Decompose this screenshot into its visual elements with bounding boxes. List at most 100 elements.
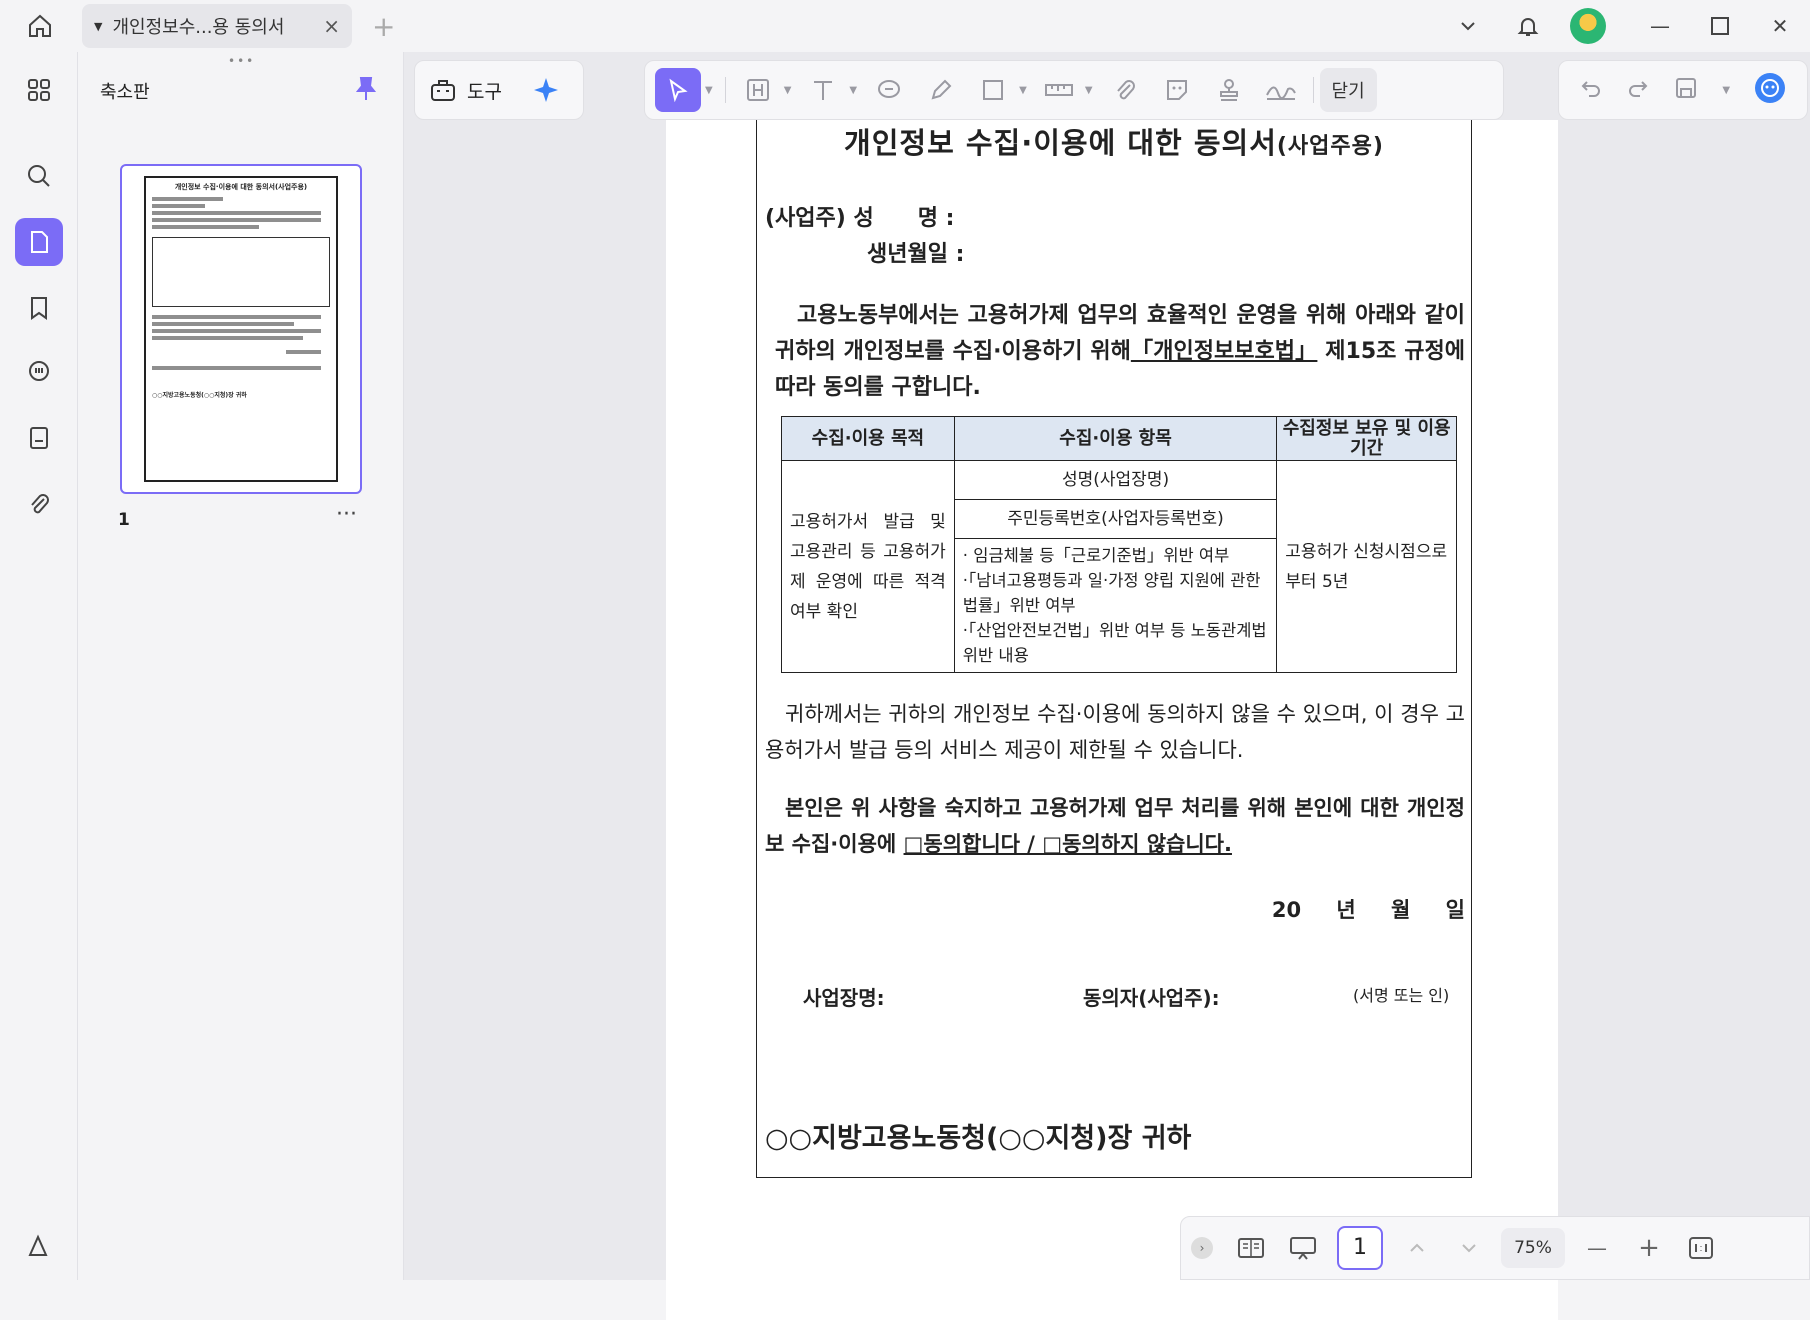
- left-rail: [0, 52, 78, 1280]
- sticker-tool-button[interactable]: [1155, 68, 1199, 112]
- minimize-button[interactable]: —: [1630, 0, 1690, 52]
- page-navigation-bar: › 1 75% — +: [1180, 1216, 1810, 1280]
- home-icon: [29, 14, 51, 37]
- title-bar: ▼ 개인정보수...용 동의서 × + — ✕: [0, 0, 1810, 52]
- chevron-down-icon[interactable]: ▼: [705, 85, 713, 96]
- redo-icon[interactable]: [1626, 76, 1650, 104]
- consenter-label: 동의자(사업주):: [1083, 986, 1220, 1010]
- signature-tool-button[interactable]: [1259, 68, 1303, 112]
- thumbnail-title: 개인정보 수집·이용에 대한 동의서(사업주용): [174, 183, 308, 191]
- table-header: 수집정보 보유 및 이용기간: [1276, 416, 1457, 461]
- consent-table: 수집·이용 목적 수집·이용 항목 수집정보 보유 및 이용기간 고용허가서 발…: [781, 416, 1457, 673]
- zoom-in-icon[interactable]: +: [1623, 1226, 1675, 1270]
- tab-close-icon[interactable]: ×: [323, 14, 340, 38]
- tab-title: 개인정보수...용 동의서: [112, 17, 285, 38]
- next-page-icon[interactable]: [1443, 1226, 1495, 1270]
- history-toolbar: ▼: [1558, 60, 1808, 120]
- law-name: 「개인정보보호법」: [1130, 339, 1318, 364]
- field-name-label: (사업주) 성 명 :: [765, 206, 955, 231]
- ruler-icon: [1044, 84, 1073, 96]
- bell-icon[interactable]: [1498, 0, 1558, 52]
- heading-tool-button[interactable]: [736, 68, 780, 112]
- document-workarea: 도구 ▼ ▼ ▼ ▼ ▼ 닫기 ▼ 개인정보 수집·이용에 대한 동의서(사업주…: [404, 52, 1810, 1320]
- company-name-label: 사업장명:: [803, 986, 885, 1010]
- more-options-icon[interactable]: ···: [336, 502, 357, 527]
- reading-mode-icon[interactable]: [1225, 1226, 1277, 1270]
- field-birth-label: 생년월일 :: [867, 242, 965, 267]
- search-icon[interactable]: [15, 152, 63, 200]
- presentation-icon[interactable]: [1277, 1226, 1329, 1270]
- list-item: ·「남녀고용평등과 일·가정 양립 지원에 관한 법률」위반 여부: [962, 571, 1261, 615]
- speech-bubble-icon: [878, 80, 901, 98]
- stamp-tool-button[interactable]: [1207, 68, 1251, 112]
- title-main: 개인정보 수집·이용에 대한 동의서: [844, 126, 1277, 160]
- title-suffix: (사업주용): [1276, 134, 1384, 159]
- theme-icon[interactable]: [15, 1222, 63, 1270]
- comment-icon[interactable]: [15, 348, 63, 396]
- thumbnails-icon[interactable]: [15, 218, 63, 266]
- chevron-down-icon[interactable]: [1438, 0, 1498, 52]
- list-item: ·「산업안전보건법」위반 여부 등 노동관계법 위반 내용: [962, 621, 1267, 665]
- toolbox-icon: [431, 80, 455, 101]
- signature-icon: [1265, 86, 1296, 100]
- document-tab[interactable]: ▼ 개인정보수...용 동의서 ×: [82, 4, 352, 48]
- measure-tool-button[interactable]: [1037, 68, 1081, 112]
- list-item: · 임금체불 등「근로기준법」위반 여부: [962, 546, 1230, 565]
- ai-assistant-icon[interactable]: [1753, 71, 1787, 109]
- prev-page-icon[interactable]: [1391, 1226, 1443, 1270]
- signature-note: (서명 또는 인): [1353, 986, 1450, 1005]
- text-tool-button[interactable]: [801, 68, 845, 112]
- close-toolbar-button[interactable]: 닫기: [1319, 68, 1377, 112]
- pen-icon: [931, 79, 952, 100]
- new-tab-button[interactable]: +: [372, 10, 395, 43]
- tab-dropdown-icon[interactable]: ▼: [94, 20, 102, 33]
- collapse-bar-icon[interactable]: ›: [1191, 1237, 1213, 1259]
- grid-icon[interactable]: [15, 66, 63, 114]
- chevron-down-icon[interactable]: ▼: [1085, 85, 1093, 96]
- zoom-out-icon[interactable]: —: [1571, 1226, 1623, 1270]
- table-header: 수집·이용 목적: [781, 416, 955, 461]
- period-cell: 고용허가 신청시점으로부터 5년: [1276, 460, 1457, 673]
- close-window-button[interactable]: ✕: [1750, 0, 1810, 52]
- thumbnail-footer: ○○지방고용노동청(○○지청)장 귀하: [152, 392, 247, 399]
- cursor-icon: [669, 78, 688, 102]
- shape-tool-button[interactable]: [971, 68, 1015, 112]
- thumbnail-page-number: 1: [118, 510, 130, 530]
- chevron-down-icon[interactable]: ▼: [1019, 85, 1027, 96]
- item-list-cell: · 임금체불 등「근로기준법」위반 여부 ·「남녀고용평등과 일·가정 양립 지…: [953, 538, 1278, 673]
- signature-line: 사업장명: 동의자(사업주): (서명 또는 인): [803, 982, 1469, 1011]
- avatar[interactable]: [1558, 0, 1618, 52]
- tools-button[interactable]: 도구: [414, 60, 584, 120]
- maximize-button[interactable]: [1690, 0, 1750, 52]
- comment-tool-button[interactable]: [867, 68, 911, 112]
- consent-choice[interactable]: □동의합니다 / □동의하지 않습니다.: [904, 832, 1232, 856]
- intro-paragraph: 고용노동부에서는 고용허가제 업무의 효율적인 운영을 위해 아래와 같이 귀하…: [775, 298, 1465, 406]
- actual-size-icon[interactable]: [1675, 1226, 1727, 1270]
- page-thumbnail[interactable]: 개인정보 수집·이용에 대한 동의서(사업주용) ○○지방고용노동청(○○지청)…: [120, 164, 362, 494]
- bookmark-icon[interactable]: [15, 284, 63, 332]
- pin-icon[interactable]: [355, 76, 377, 106]
- heading-icon: [746, 79, 769, 101]
- addressee: ○○지방고용노동청(○○지청)장 귀하: [765, 1123, 1192, 1154]
- annotation-toolbar: ▼ ▼ ▼ ▼ ▼ 닫기: [644, 60, 1504, 120]
- thumbnail-preview: 개인정보 수집·이용에 대한 동의서(사업주용) ○○지방고용노동청(○○지청)…: [144, 176, 338, 482]
- page-number-input[interactable]: 1: [1337, 1226, 1383, 1270]
- zoom-level[interactable]: 75%: [1501, 1228, 1565, 1268]
- chevron-down-icon[interactable]: ▼: [1722, 85, 1730, 96]
- pen-tool-button[interactable]: [919, 68, 963, 112]
- ai-sparkle-icon[interactable]: [530, 74, 562, 106]
- form-border: 개인정보 수집·이용에 대한 동의서(사업주용) (사업주) 성 명 : 생년월…: [756, 120, 1472, 1178]
- attachment-icon[interactable]: [15, 480, 63, 528]
- home-button[interactable]: [0, 0, 80, 52]
- sticker-icon: [1166, 80, 1187, 100]
- document-page: 개인정보 수집·이용에 대한 동의서(사업주용) (사업주) 성 명 : 생년월…: [666, 120, 1558, 1320]
- square-icon: [983, 80, 1004, 100]
- chevron-down-icon[interactable]: ▼: [849, 85, 857, 96]
- form-icon[interactable]: [15, 414, 63, 462]
- resize-handle[interactable]: •••: [228, 54, 255, 68]
- attach-tool-button[interactable]: [1103, 68, 1147, 112]
- select-tool-button[interactable]: [655, 68, 701, 112]
- save-icon[interactable]: [1673, 75, 1699, 105]
- chevron-down-icon[interactable]: ▼: [784, 85, 792, 96]
- undo-icon[interactable]: [1579, 76, 1603, 104]
